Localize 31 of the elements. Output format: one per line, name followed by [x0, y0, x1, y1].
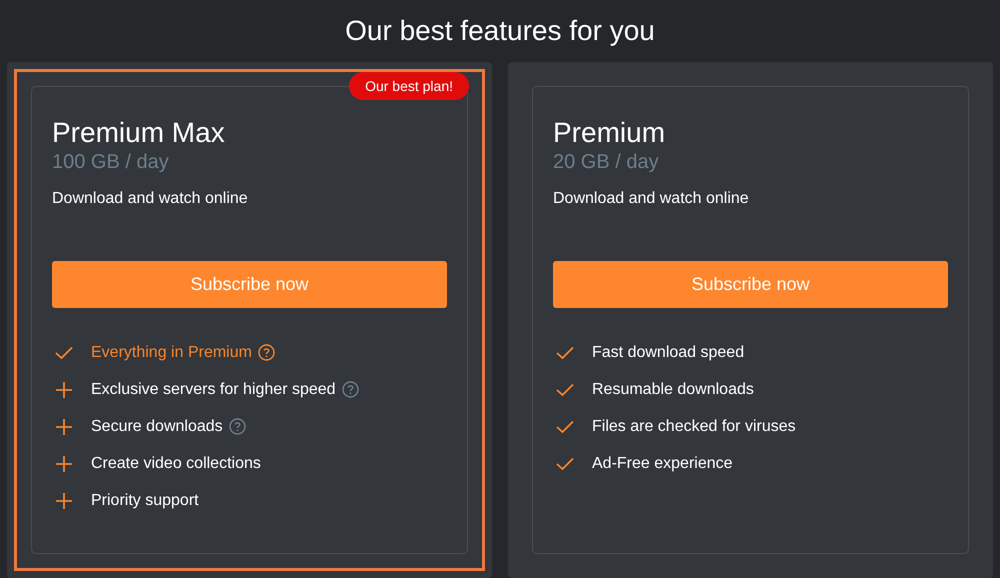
check-icon — [556, 346, 574, 360]
help-icon[interactable] — [342, 381, 359, 398]
plan-quota: 100 GB / day — [52, 150, 170, 174]
feature-text: Secure downloads — [91, 416, 223, 436]
feature-text: Resumable downloads — [592, 380, 754, 400]
help-icon[interactable] — [228, 418, 246, 435]
feature-text: Create video collections — [91, 454, 261, 474]
feature-text: Files are checked for viruses — [592, 416, 796, 436]
plan-description: Download and watch online — [553, 189, 750, 209]
plus-icon — [56, 418, 72, 434]
help-icon[interactable] — [258, 344, 275, 361]
check-icon — [556, 420, 574, 434]
feature-text: Fast download speed — [592, 342, 744, 362]
plus-icon — [56, 382, 72, 398]
feature-text: Exclusive servers for higher speed — [91, 380, 336, 400]
plan-name: Premium — [553, 116, 666, 150]
feature-text: Everything in Premium — [91, 342, 252, 362]
feature-text: Ad-Free experience — [592, 454, 733, 474]
best-plan-badge: Our best plan! — [349, 72, 469, 100]
plus-icon — [56, 492, 72, 508]
plus-icon — [56, 456, 72, 472]
check-icon — [55, 346, 73, 360]
page-heading: Our best features for you — [345, 14, 655, 48]
plan-name: Premium Max — [52, 116, 226, 150]
check-icon — [556, 382, 574, 396]
feature-text: Priority support — [91, 490, 199, 510]
plan-quota: 20 GB / day — [553, 150, 660, 174]
check-icon — [556, 456, 574, 470]
subscribe-button[interactable]: Subscribe now — [52, 261, 447, 308]
subscribe-button[interactable]: Subscribe now — [553, 261, 948, 308]
plan-description: Download and watch online — [52, 189, 249, 209]
